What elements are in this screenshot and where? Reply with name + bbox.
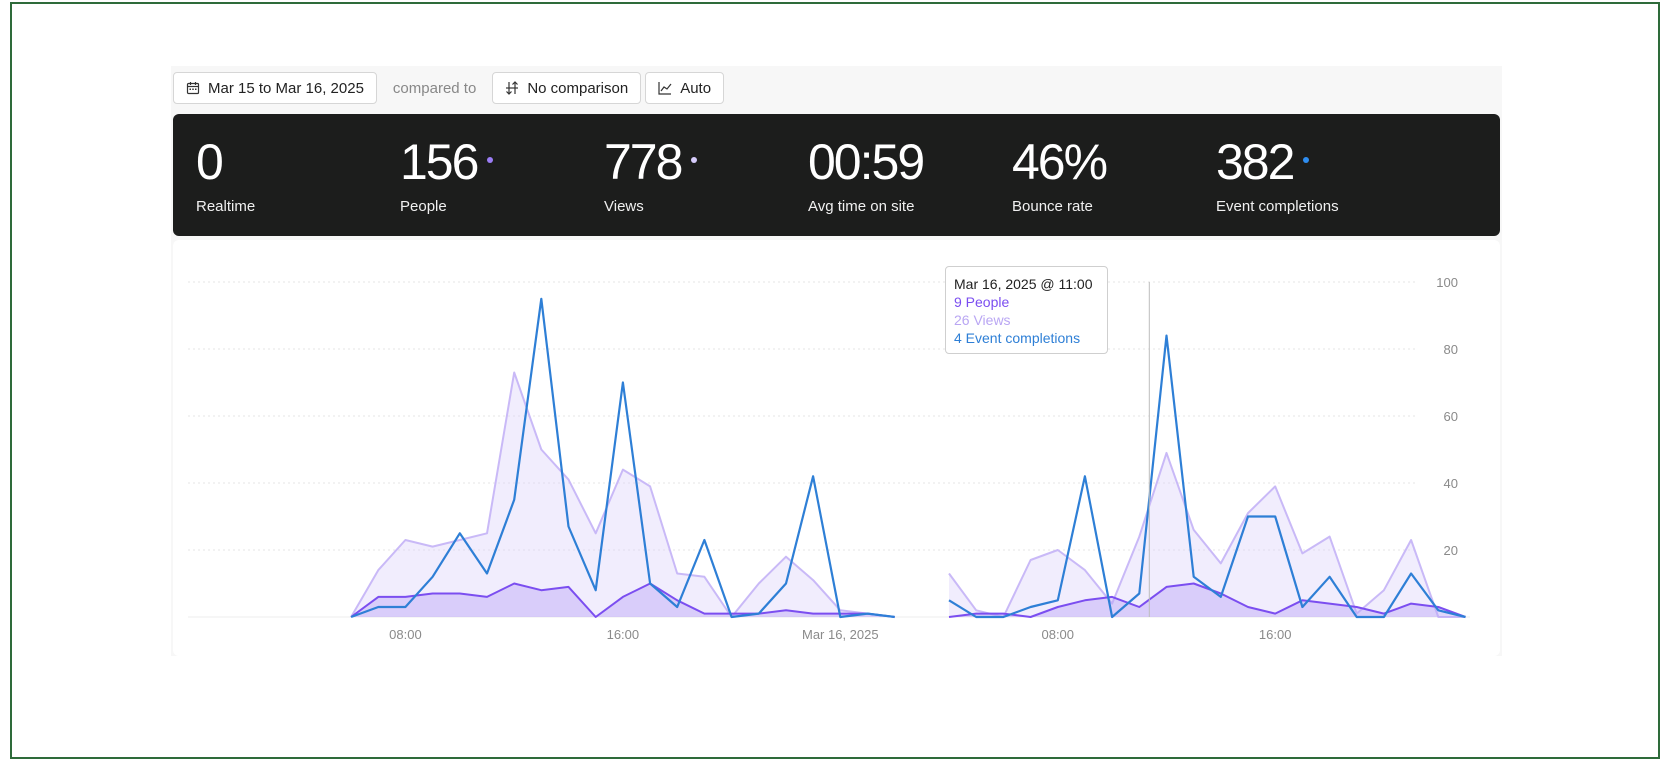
y-tick-label: 80	[1444, 342, 1458, 357]
y-tick-label: 40	[1444, 476, 1458, 491]
x-tick-label: Mar 16, 2025	[802, 627, 879, 642]
traffic-chart[interactable]: 20 40 60 80 100 08:00 16:00 Mar 16, 2025 08:00 16…	[0, 0, 1670, 761]
tooltip-events: 4 Event completions	[954, 330, 1081, 346]
tooltip-people: 9 People	[954, 294, 1010, 310]
tooltip-title: Mar 16, 2025 @ 11:00	[954, 276, 1093, 292]
y-tick-label: 60	[1444, 409, 1458, 424]
y-tick-label: 20	[1444, 543, 1458, 558]
x-tick-label: 08:00	[389, 627, 422, 642]
chart-tooltip: Mar 16, 2025 @ 11:00 9 People 26 Views 4…	[945, 266, 1108, 354]
y-tick-label: 100	[1436, 275, 1458, 290]
x-tick-label: 16:00	[607, 627, 640, 642]
x-tick-label: 16:00	[1259, 627, 1292, 642]
x-tick-label: 08:00	[1041, 627, 1074, 642]
tooltip-views: 26 Views	[954, 312, 1011, 328]
